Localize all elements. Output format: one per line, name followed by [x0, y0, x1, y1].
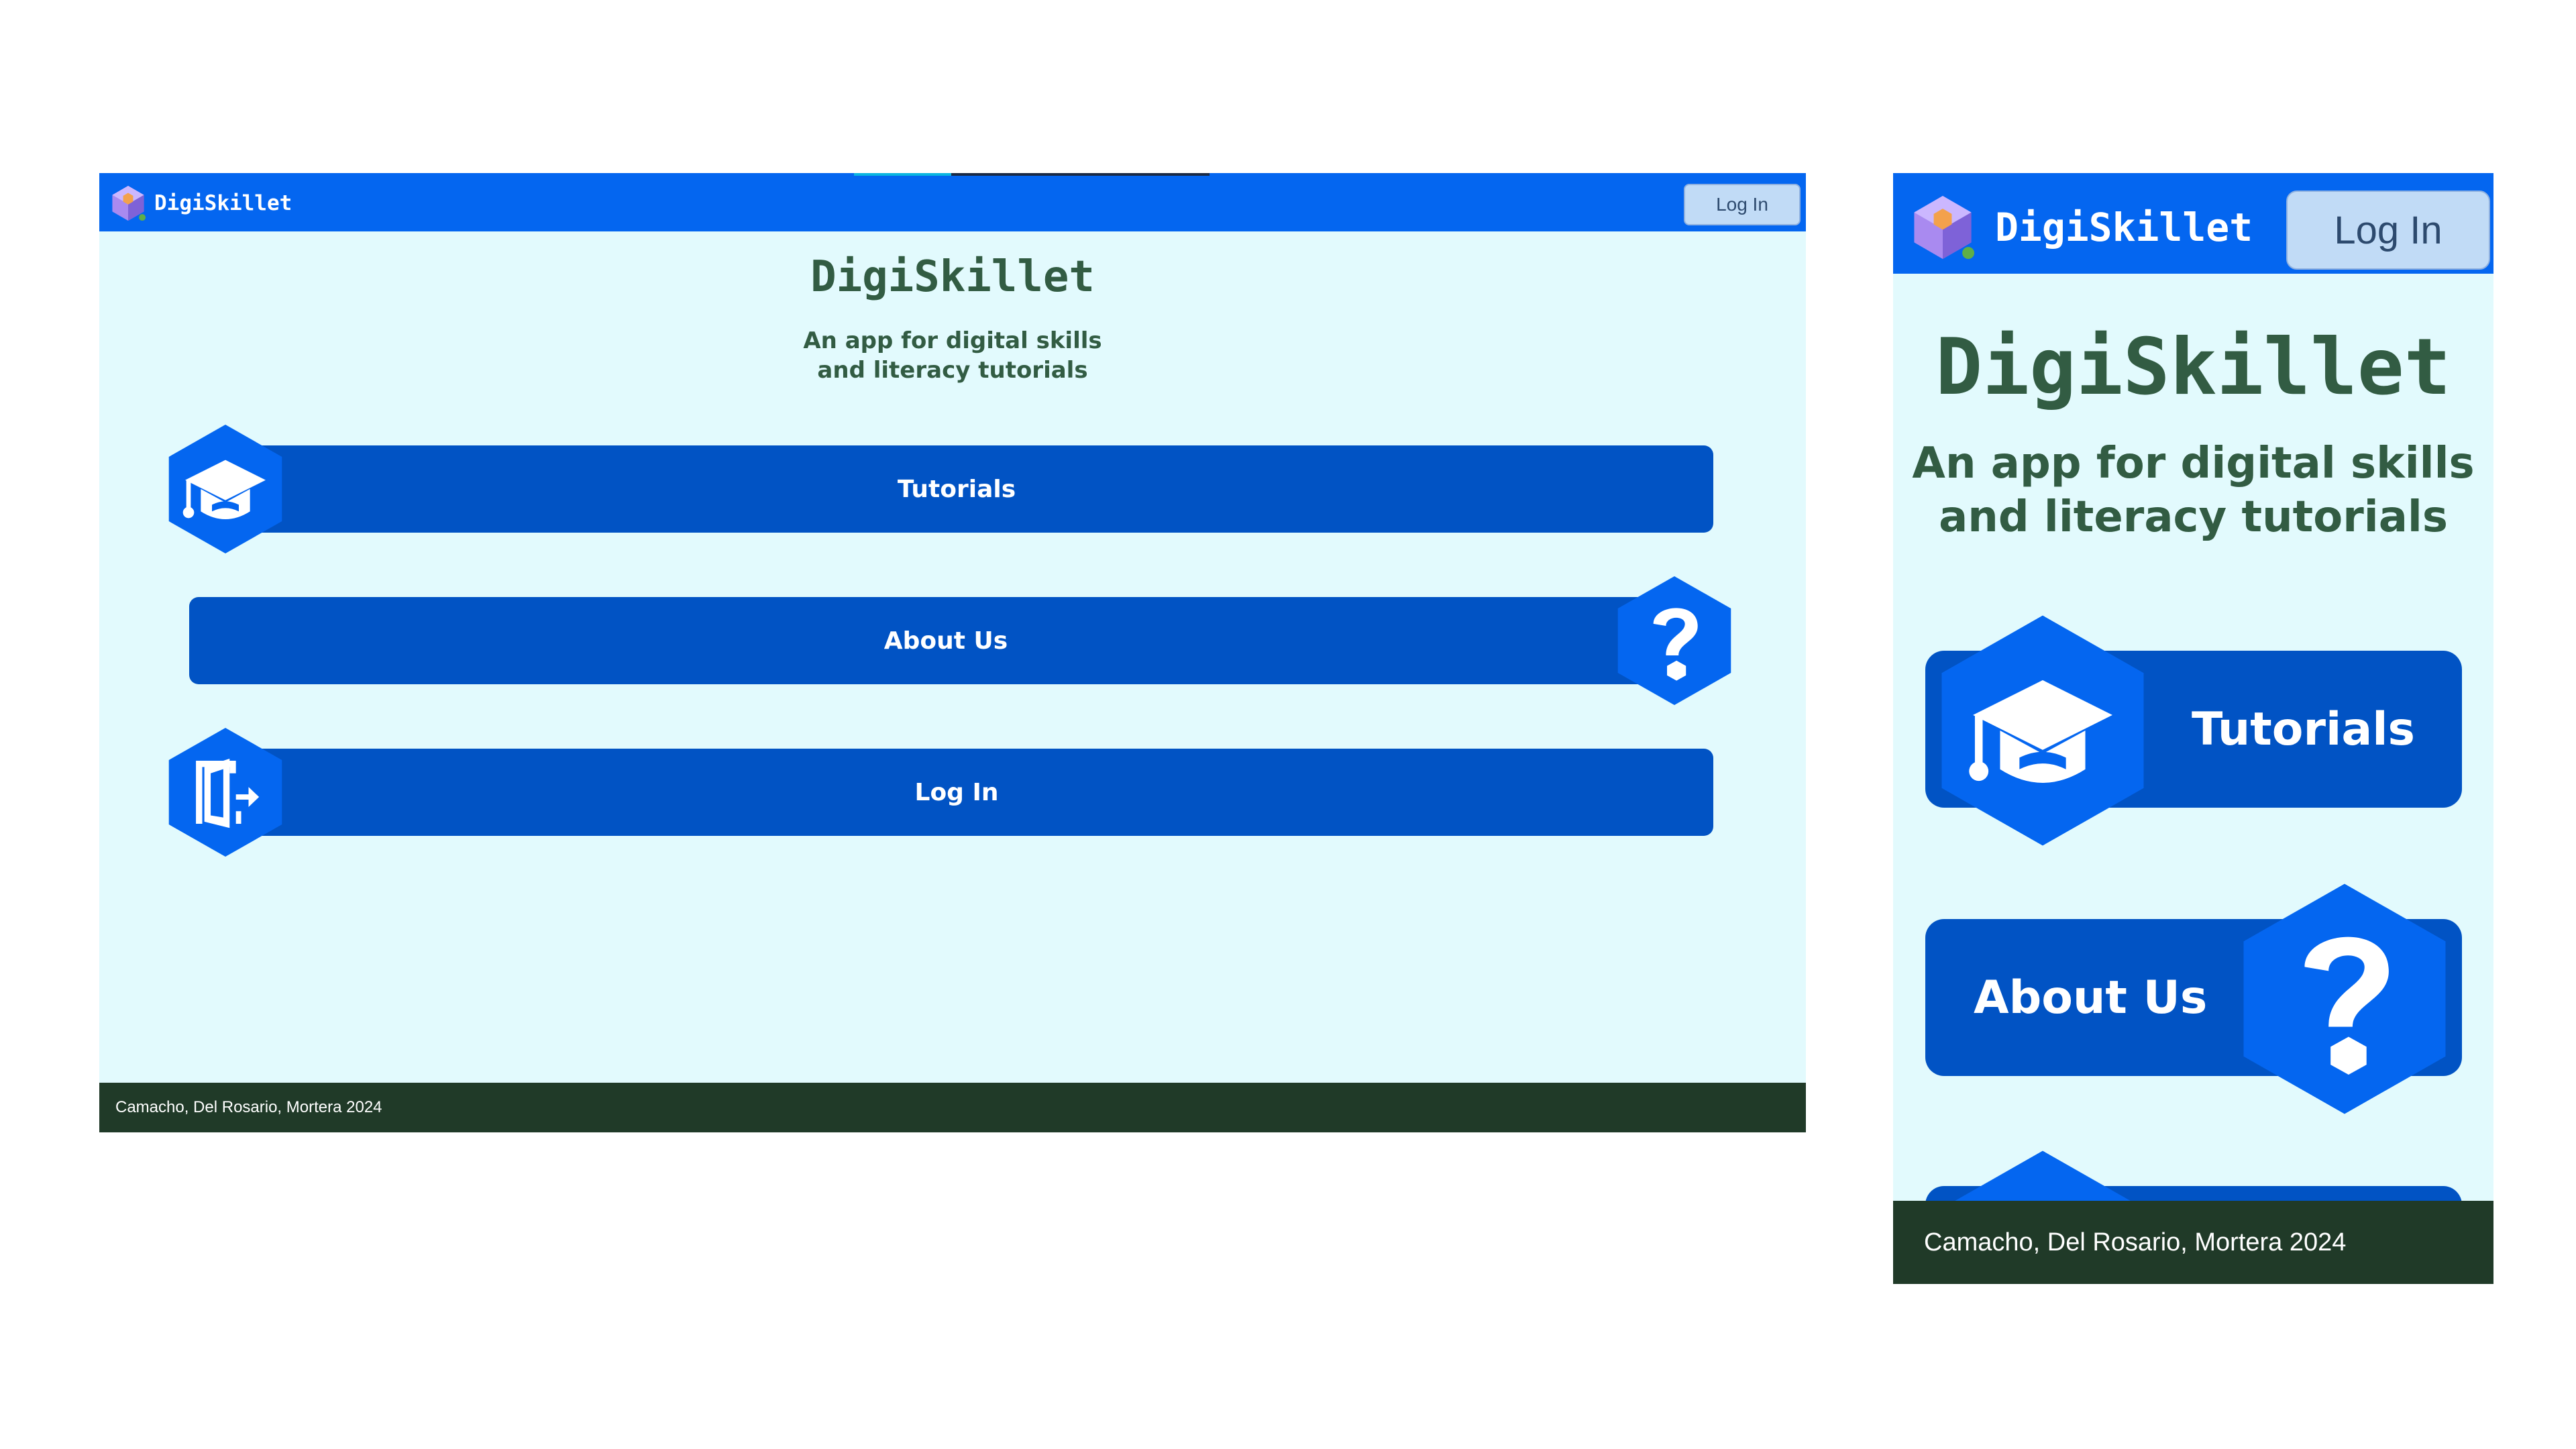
login-button[interactable]: Log In: [200, 749, 1713, 836]
brand[interactable]: DigiSkillet: [1905, 190, 2253, 265]
digiskillet-logo-icon: [112, 185, 146, 221]
tutorials-button-label: Tutorials: [2191, 702, 2415, 756]
graduation-cap-icon[interactable]: [1925, 600, 2160, 861]
login-button-label: Log In: [914, 778, 999, 806]
navbar-accent-line: [854, 173, 951, 176]
top-navbar: DigiSkillet Log In: [99, 173, 1806, 231]
digiskillet-logo-icon: [1914, 195, 1975, 260]
desktop-screenshot: DigiSkillet Log In DigiSkillet An app fo…: [99, 173, 1806, 1132]
about-us-button[interactable]: About Us: [189, 597, 1703, 684]
about-us-button-label: About Us: [1974, 971, 2208, 1024]
brand-name: DigiSkillet: [1995, 205, 2253, 250]
brand[interactable]: DigiSkillet: [107, 182, 292, 224]
brand-name: DigiSkillet: [154, 191, 292, 215]
footer: Camacho, Del Rosario, Mortera 2024: [99, 1083, 1806, 1132]
navbar-login-button[interactable]: Log In: [2286, 191, 2490, 270]
question-mark-icon[interactable]: [2227, 868, 2462, 1130]
login-door-icon[interactable]: [160, 718, 291, 867]
footer-credits: Camacho, Del Rosario, Mortera 2024: [115, 1098, 382, 1116]
page-subtitle-line2: and literacy tutorials: [1939, 492, 2448, 542]
page-title: DigiSkillet: [1935, 322, 2451, 413]
page-subtitle-line1: An app for digital skills: [803, 327, 1102, 354]
footer: Camacho, Del Rosario, Mortera 2024: [1893, 1201, 2493, 1284]
about-us-button-label: About Us: [883, 627, 1008, 655]
graduation-cap-icon[interactable]: [160, 415, 291, 564]
navbar-login-button[interactable]: Log In: [1684, 184, 1801, 225]
navbar-accent-line: [951, 173, 1210, 176]
top-navbar: DigiSkillet Log In: [1893, 173, 2493, 274]
question-mark-icon[interactable]: [1609, 566, 1740, 715]
page-subtitle-line2: and literacy tutorials: [817, 357, 1088, 384]
tutorials-button-label: Tutorials: [897, 475, 1016, 503]
page-subtitle-line1: An app for digital skills: [1912, 439, 2475, 488]
footer-credits: Camacho, Del Rosario, Mortera 2024: [1924, 1228, 2347, 1256]
page-title: DigiSkillet: [810, 252, 1095, 302]
mobile-screenshot: DigiSkillet Log In DigiSkillet An app fo…: [1893, 173, 2493, 1284]
tutorials-button[interactable]: Tutorials: [200, 445, 1713, 533]
